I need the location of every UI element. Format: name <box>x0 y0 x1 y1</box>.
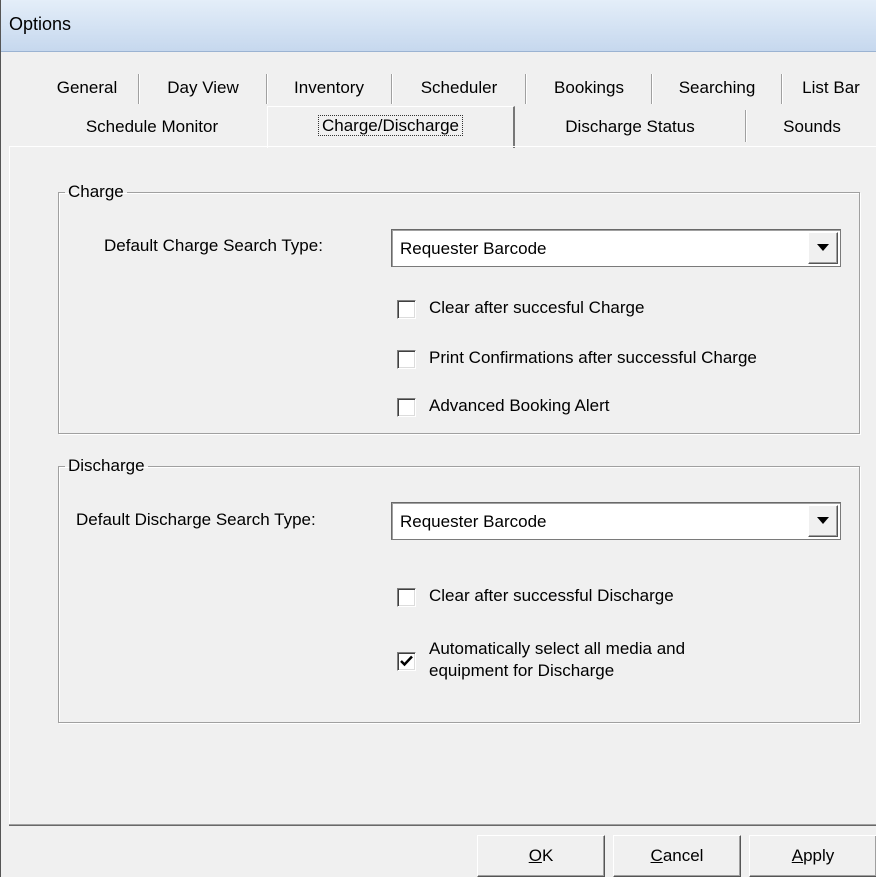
tab-divider <box>781 74 783 104</box>
tab-day-view[interactable]: Day View <box>142 74 264 102</box>
charge-search-type-value: Requester Barcode <box>400 239 547 258</box>
options-dialog: Options General Day View Inventory Sched… <box>0 0 876 877</box>
auto-select-media-label-line1: Automatically select all media and <box>429 639 686 658</box>
charge-group-title: Charge <box>68 182 124 201</box>
title-bar: Options <box>1 0 876 52</box>
advanced-booking-alert-checkbox[interactable] <box>397 398 416 417</box>
panel-bottom-edge <box>9 824 876 826</box>
auto-select-media-label-line2: equipment for Discharge <box>429 661 615 680</box>
chevron-down-icon[interactable] <box>808 232 838 264</box>
cancel-mnemonic: C <box>650 846 663 865</box>
tab-divider <box>525 74 527 104</box>
tab-divider <box>138 74 140 104</box>
clear-after-discharge-checkbox[interactable] <box>397 588 416 607</box>
ok-label-rest: K <box>541 846 554 865</box>
tab-discharge-status[interactable]: Discharge Status <box>519 113 741 141</box>
ok-mnemonic: O <box>528 846 542 865</box>
tab-divider <box>651 74 653 104</box>
apply-mnemonic: A <box>791 846 804 865</box>
advanced-booking-alert-label: Advanced Booking Alert <box>429 396 610 415</box>
tab-divider <box>391 74 393 104</box>
cancel-button[interactable]: Cancel <box>613 835 741 877</box>
auto-select-media-label: Automatically select all media and equip… <box>429 638 685 682</box>
tab-sounds[interactable]: Sounds <box>749 113 875 141</box>
charge-search-type-label: Default Charge Search Type: <box>104 236 323 255</box>
print-confirmations-label: Print Confirmations after successful Cha… <box>429 348 757 367</box>
tab-schedule-monitor[interactable]: Schedule Monitor <box>41 113 263 141</box>
tab-charge-discharge[interactable]: Charge/Discharge <box>267 106 515 148</box>
charge-search-type-select[interactable]: Requester Barcode <box>391 229 841 267</box>
clear-after-charge-checkbox[interactable] <box>397 300 416 319</box>
tab-inventory[interactable]: Inventory <box>270 74 388 102</box>
tab-list-bar[interactable]: List Bar <box>785 74 876 102</box>
apply-button[interactable]: Apply <box>749 835 876 877</box>
clear-after-discharge-label: Clear after successful Discharge <box>429 586 674 605</box>
tab-searching[interactable]: Searching <box>655 74 779 102</box>
tab-general[interactable]: General <box>39 74 135 102</box>
print-confirmations-checkbox[interactable] <box>397 350 416 369</box>
discharge-search-type-value: Requester Barcode <box>400 512 547 531</box>
discharge-search-type-select[interactable]: Requester Barcode <box>391 502 841 540</box>
chevron-down-icon[interactable] <box>808 505 838 537</box>
tab-divider <box>266 74 268 104</box>
tab-scheduler[interactable]: Scheduler <box>395 74 523 102</box>
discharge-search-type-label: Default Discharge Search Type: <box>76 510 316 529</box>
discharge-group-title: Discharge <box>68 456 145 475</box>
clear-after-charge-label: Clear after succesful Charge <box>429 298 645 317</box>
checkmark-icon <box>400 655 413 667</box>
ok-button[interactable]: OK <box>477 835 605 877</box>
apply-label-rest: pply <box>803 846 835 865</box>
tab-divider <box>745 110 747 142</box>
auto-select-media-checkbox[interactable] <box>397 652 416 671</box>
tab-bookings[interactable]: Bookings <box>529 74 649 102</box>
cancel-label-rest: ancel <box>662 846 704 865</box>
tab-active-label: Charge/Discharge <box>317 115 463 136</box>
window-title: Options <box>9 14 72 34</box>
